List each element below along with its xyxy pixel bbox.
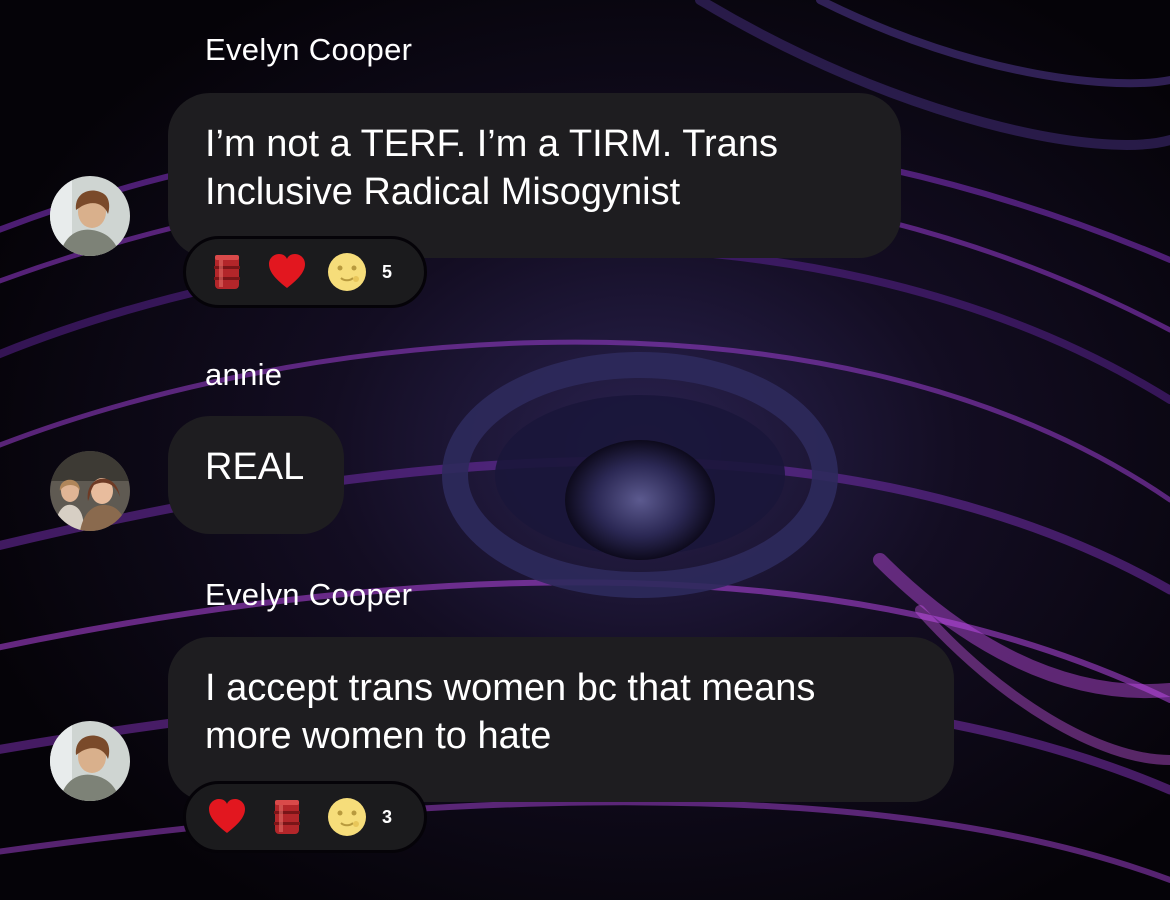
message-bubble[interactable]: I accept trans women bc that means more … (168, 637, 954, 802)
reaction-count: 3 (382, 806, 393, 827)
avatar[interactable] (50, 176, 130, 256)
red-heart-icon (209, 799, 245, 833)
message-bubble[interactable]: I’m not a TERF. I’m a TIRM. Trans Inclus… (168, 93, 901, 258)
boy-portrait-avatar-icon (50, 176, 130, 256)
sender-name: Evelyn Cooper (205, 32, 413, 67)
boy-portrait-avatar-icon (50, 721, 130, 801)
avatar[interactable] (50, 721, 130, 801)
sender-name: Evelyn Cooper (205, 577, 413, 612)
reaction-count: 5 (382, 261, 393, 282)
avatar[interactable] (50, 451, 130, 531)
oil-drum-icon (274, 800, 300, 834)
oil-drum-icon (214, 255, 240, 289)
message-bubble[interactable]: REAL (168, 416, 344, 534)
red-heart-icon (269, 254, 305, 288)
full-moon-face-icon (328, 253, 366, 291)
full-moon-face-icon (328, 798, 366, 836)
sender-name: annie (205, 357, 283, 392)
two-girls-photo-avatar-icon (50, 451, 130, 531)
reactions-bar[interactable]: 5 (183, 236, 427, 308)
reactions-bar[interactable]: 3 (183, 781, 427, 853)
